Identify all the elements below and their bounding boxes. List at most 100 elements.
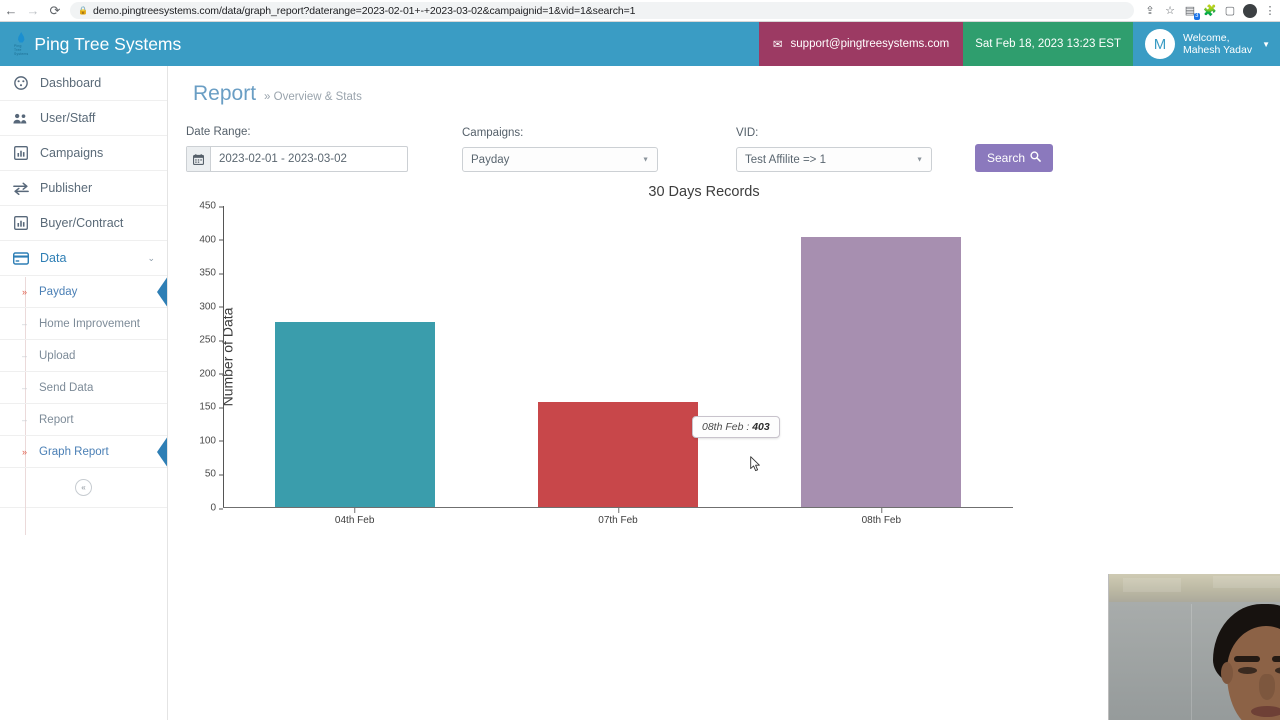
- sidebar-item-label: Data: [40, 251, 67, 265]
- active-pointer-icon: [157, 436, 167, 468]
- kebab-menu-icon[interactable]: ⋮: [1260, 1, 1280, 21]
- sidebar-subitem-payday[interactable]: » Payday: [0, 276, 167, 308]
- campaigns-select[interactable]: Payday ▼: [462, 147, 658, 172]
- bullet-icon: –: [22, 414, 28, 425]
- bar-chart-icon: [12, 216, 29, 230]
- y-axis-title: Number of Data: [219, 307, 236, 407]
- dashboard-icon: [12, 76, 29, 90]
- sidebar-item-campaigns[interactable]: Campaigns: [0, 136, 167, 171]
- sidebar-item-label: Publisher: [40, 181, 93, 195]
- sidebar-subitem-graph-report[interactable]: » Graph Report: [0, 436, 167, 468]
- y-axis-tick: 0: [210, 503, 223, 514]
- bullet-icon: »: [22, 286, 28, 297]
- active-pointer-icon: [157, 276, 167, 308]
- chart-bar[interactable]: [274, 321, 435, 507]
- sidebar-item-data[interactable]: Data ⌄: [0, 241, 167, 276]
- search-group: Search: [954, 144, 1053, 172]
- x-axis-label: 07th Feb: [598, 508, 638, 526]
- chart-plot: Number of Data 0 50 100 150 200 250 300 350 400 4…: [199, 201, 1013, 526]
- exchange-icon: [12, 182, 29, 195]
- user-welcome: Welcome, Mahesh Yadav: [1183, 32, 1252, 57]
- y-axis-tick: 250: [199, 335, 223, 346]
- extensions-icon[interactable]: 🧩: [1200, 1, 1220, 21]
- chevron-down-icon[interactable]: ⌄: [147, 253, 155, 264]
- credit-card-icon: [12, 251, 29, 265]
- webcam-person-brow-right: [1272, 656, 1280, 662]
- filter-bar: Date Range: 2023-02-01 - 2023-03-02 Camp…: [168, 106, 1280, 172]
- tooltip-label: 08th Feb :: [702, 421, 750, 433]
- campaigns-value: Payday: [471, 153, 510, 166]
- x-axis-label: 04th Feb: [334, 508, 375, 526]
- x-axis-label: 08th Feb: [861, 508, 902, 526]
- profile-avatar-icon[interactable]: [1240, 1, 1260, 21]
- logo-icon: Ping Tree Systems: [14, 30, 28, 58]
- lock-icon: 🔒: [78, 6, 88, 15]
- vid-select[interactable]: Test Affilite => 1 ▼: [736, 147, 932, 172]
- y-axis-line: [223, 206, 224, 508]
- chart-bar[interactable]: [801, 236, 962, 507]
- tooltip-value: 403: [752, 421, 770, 433]
- reload-icon[interactable]: ⟳: [44, 1, 66, 21]
- y-axis-tick: 400: [199, 234, 223, 245]
- sidebar-item-dashboard[interactable]: Dashboard: [0, 66, 167, 101]
- split-view-icon[interactable]: ▢: [1220, 1, 1240, 21]
- webcam-overlay[interactable]: ⟋ ⌃: [1108, 574, 1280, 720]
- support-email-chip[interactable]: ✉ support@pingtreesystems.com: [758, 22, 964, 66]
- address-bar[interactable]: 🔒 demo.pingtreesystems.com/data/graph_re…: [70, 2, 1134, 19]
- webcam-person-nose: [1259, 674, 1275, 700]
- page-header: Report » Overview & Stats: [168, 66, 1280, 106]
- sidebar: Dashboard User/Staff Campaigns Publisher…: [0, 66, 168, 720]
- back-arrow-icon[interactable]: ←: [0, 1, 22, 21]
- chart-container: 30 Days Records Number of Data 0 50 100 150…: [168, 184, 1280, 526]
- daterange-input[interactable]: 2023-02-01 - 2023-03-02: [186, 146, 408, 172]
- webcam-person-brow-left: [1234, 656, 1260, 662]
- bullet-icon: –: [22, 350, 28, 361]
- brand-title: Ping Tree Systems: [34, 33, 182, 54]
- webcam-person-mouth: [1251, 706, 1280, 717]
- mouse-cursor-icon: [750, 456, 761, 472]
- y-axis-tick: 450: [199, 201, 223, 212]
- sidebar-item-user-staff[interactable]: User/Staff: [0, 101, 167, 136]
- calendar-icon: [187, 147, 211, 171]
- support-email-text: support@pingtreesystems.com: [790, 38, 950, 50]
- chevron-down-icon[interactable]: ▼: [1262, 40, 1270, 49]
- bullet-icon: –: [22, 318, 28, 329]
- brand[interactable]: Ping Tree Systems Ping Tree Systems: [0, 22, 181, 66]
- search-button-label: Search: [986, 151, 1026, 165]
- bullet-icon: »: [22, 446, 28, 457]
- breadcrumb: » Overview & Stats: [264, 91, 362, 103]
- collapse-left-icon[interactable]: «: [75, 479, 92, 496]
- main-content: Report » Overview & Stats Date Range: 20…: [168, 66, 1280, 720]
- forward-arrow-icon[interactable]: →: [22, 1, 44, 21]
- sidebar-subitem-label: Upload: [39, 349, 76, 362]
- chevron-down-icon[interactable]: ▼: [916, 156, 923, 163]
- welcome-line-2: Mahesh Yadav: [1183, 44, 1253, 56]
- sidebar-item-buyer-contract[interactable]: Buyer/Contract: [0, 206, 167, 241]
- users-icon: [12, 112, 29, 125]
- vid-label: VID:: [736, 127, 759, 139]
- daterange-group: Date Range: 2023-02-01 - 2023-03-02: [186, 126, 462, 172]
- page-title: Report: [193, 82, 257, 105]
- y-axis-tick: 300: [199, 301, 223, 312]
- app-header: Ping Tree Systems Ping Tree Systems ✉ su…: [0, 22, 1280, 66]
- search-button[interactable]: Search: [975, 144, 1053, 172]
- chart-bar[interactable]: [538, 402, 698, 507]
- side-panel-icon[interactable]: ▤ 3: [1180, 1, 1200, 21]
- bullet-icon: –: [22, 382, 28, 393]
- sidebar-subitem-report[interactable]: – Report: [0, 404, 167, 436]
- webcam-person-ear-left: [1221, 662, 1233, 684]
- sidebar-subitem-upload[interactable]: – Upload: [0, 340, 167, 372]
- star-icon[interactable]: ☆: [1160, 1, 1180, 21]
- sidebar-item-label: Dashboard: [40, 76, 102, 90]
- browser-toolbar: ← → ⟳ 🔒 demo.pingtreesystems.com/data/gr…: [0, 0, 1280, 22]
- share-icon[interactable]: ⇪: [1140, 1, 1160, 21]
- chart-tooltip: 08th Feb : 403: [692, 416, 780, 438]
- y-axis-tick: 50: [205, 469, 224, 480]
- user-menu[interactable]: M Welcome, Mahesh Yadav ▼: [1133, 22, 1280, 66]
- sidebar-subitem-send-data[interactable]: – Send Data: [0, 372, 167, 404]
- y-axis-tick: 200: [199, 368, 223, 379]
- sidebar-subitem-home-improvement[interactable]: – Home Improvement: [0, 308, 167, 340]
- sidebar-subitem-label: Home Improvement: [39, 317, 140, 330]
- chevron-down-icon[interactable]: ▼: [642, 156, 649, 163]
- search-icon: [1030, 151, 1041, 165]
